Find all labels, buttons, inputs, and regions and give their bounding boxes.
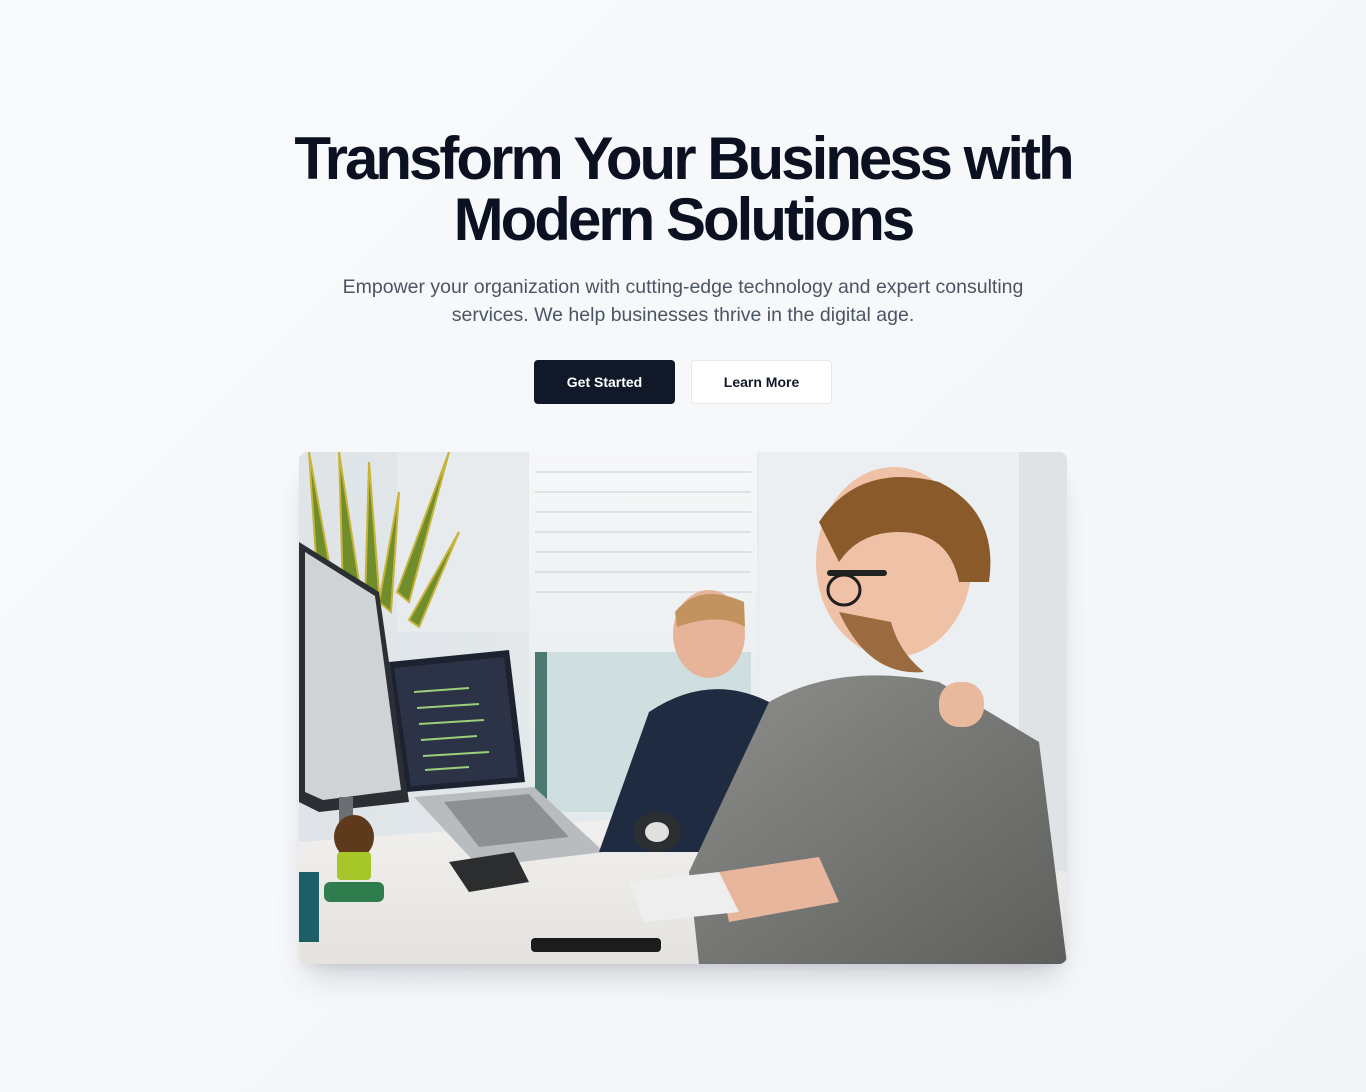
cta-buttons: Get Started Learn More [534, 360, 832, 404]
office-workers-photo [299, 452, 1067, 964]
hero-section: Transform Your Business with Modern Solu… [0, 0, 1366, 1092]
learn-more-button[interactable]: Learn More [691, 360, 832, 404]
get-started-button[interactable]: Get Started [534, 360, 675, 404]
headline-line-2: Modern Solutions [453, 186, 916, 253]
hero-headline: Transform Your Business with Modern Solu… [0, 128, 1366, 250]
hero-subtitle: Empower your organization with cutting-e… [342, 276, 1024, 326]
headline-line-1: Transform Your Business with [294, 125, 1074, 192]
hero-image [299, 452, 1067, 964]
